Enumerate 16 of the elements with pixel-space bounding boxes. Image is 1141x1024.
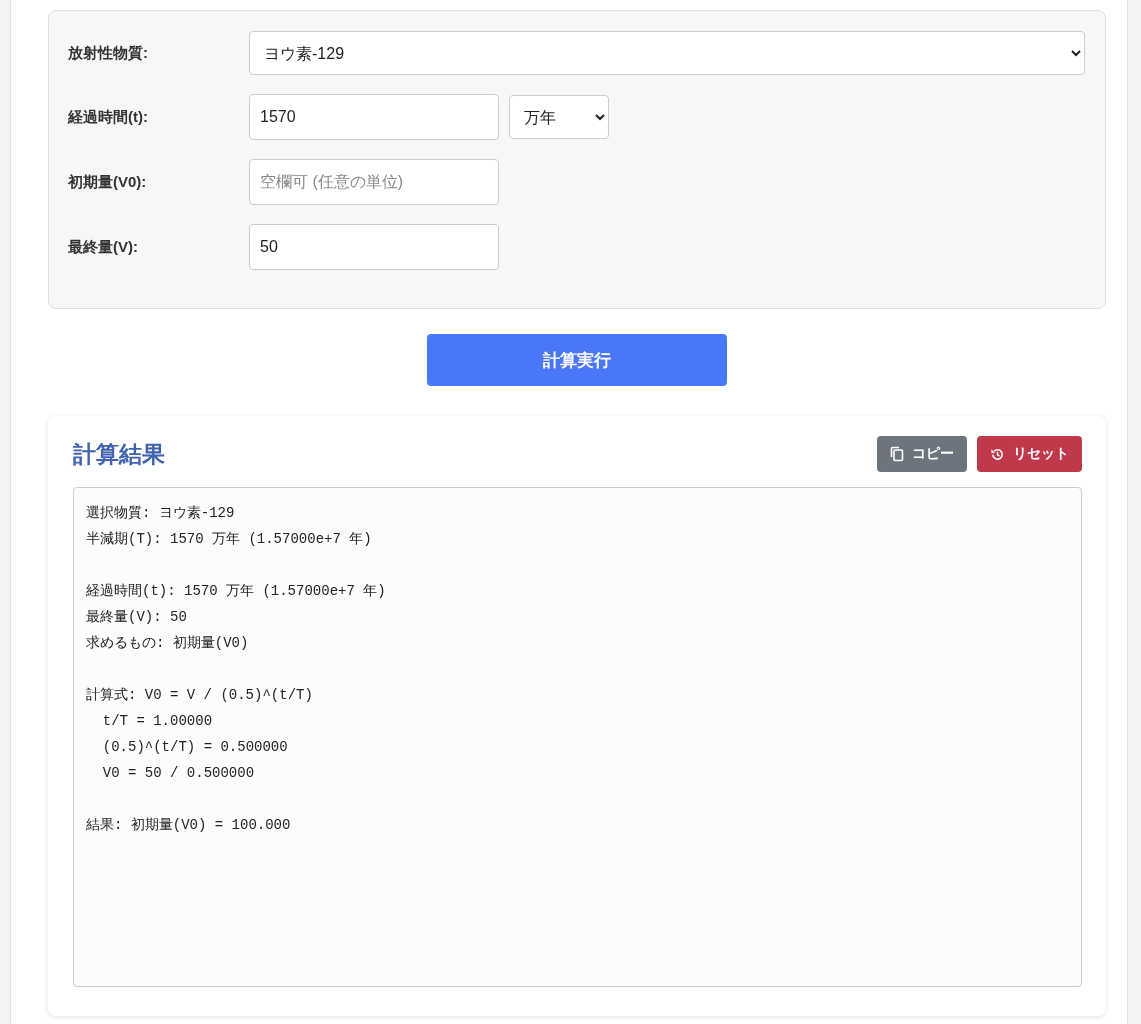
input-field[interactable]: 空欄可 (任意の単位) xyxy=(249,159,499,205)
result-text[interactable]: 選択物質: ヨウ素-129 半減期(T): 1570 万年 (1.57000e+7 年) 経過時間(t): 1570 万年 (1.57000e+7 年) 最終量(V): 50 求めるもの: 初期量(V0) 計算式: V0 = V / (0.5)^(t/T) t/T = 1.00000 (0.5)^(t/T) = 0.500000 V0 = 50 / 0.500000 結果: 初期量(V0) = 100.000 xyxy=(73,487,1082,987)
field-label: 最終量(V): xyxy=(68,237,139,257)
result-title: 計算結果 xyxy=(73,439,165,469)
copy-icon xyxy=(890,446,904,462)
field-label: 放射性物質: xyxy=(68,43,149,63)
input-field[interactable]: 50 xyxy=(249,224,499,270)
dropdown[interactable]: ヨウ素-129 xyxy=(249,31,1085,75)
field-label: 経過時間(t): xyxy=(68,107,149,127)
reset-button[interactable]: リセット xyxy=(977,436,1082,472)
field-label: 初期量(V0): xyxy=(68,172,148,192)
copy-button[interactable]: コピー xyxy=(877,436,967,472)
calculate-button[interactable]: 計算実行 xyxy=(427,334,727,386)
input-field[interactable]: 1570 xyxy=(249,94,499,140)
history-icon xyxy=(990,446,1005,462)
dropdown[interactable]: 万年 xyxy=(509,95,609,139)
